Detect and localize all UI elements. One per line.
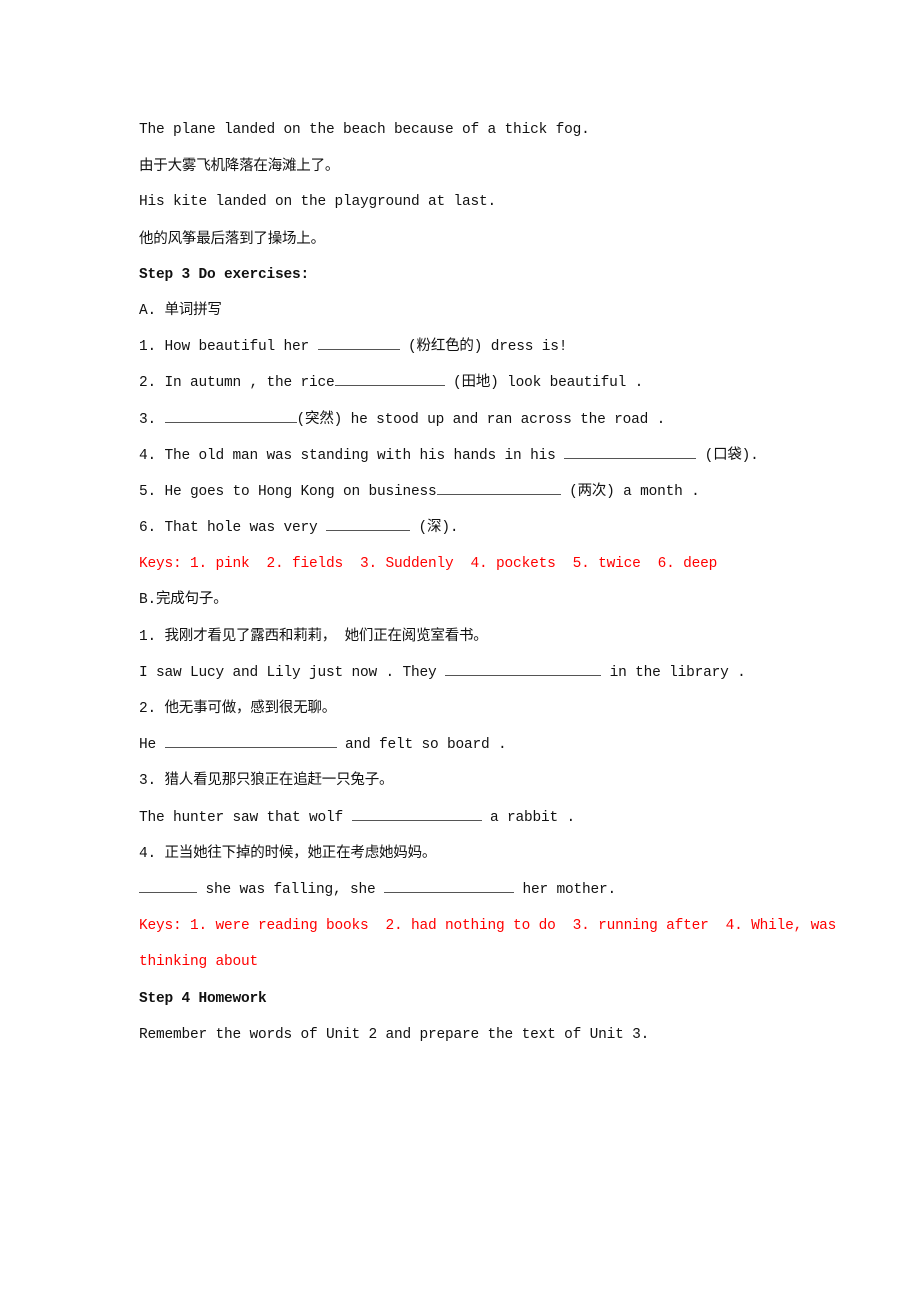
item-text: 3. xyxy=(139,411,165,428)
answer-blank xyxy=(445,661,602,676)
answer-blank xyxy=(351,806,482,821)
exercise-a-item-5: 5. He goes to Hong Kong on business (两次)… xyxy=(139,480,819,516)
item-text: 1. How beautiful her xyxy=(139,339,318,356)
answer-blank xyxy=(164,408,297,423)
exercise-b-item-4-en: she was falling, she her mother. xyxy=(139,878,819,914)
exercise-b-item-1-en: I saw Lucy and Lily just now . They in t… xyxy=(139,661,819,697)
exercise-a-item-1: 1. How beautiful her (粉红色的) dress is! xyxy=(139,335,819,371)
answer-blank xyxy=(564,444,697,459)
item-text: (田地) look beautiful . xyxy=(444,375,644,392)
document-page: The plane landed on the beach because of… xyxy=(139,118,837,1059)
example-sentence-en-1: The plane landed on the beach because of… xyxy=(139,122,590,138)
item-text: a rabbit . xyxy=(481,809,576,826)
answer-blank xyxy=(139,878,197,893)
item-text: and felt so board . xyxy=(336,737,507,754)
item-text: I saw Lucy and Lily just now . They xyxy=(139,664,446,681)
answer-blank xyxy=(384,878,515,893)
exercise-b-item-3-cn: 3. 猎人看见那只狼正在追赶一只兔子。 xyxy=(139,773,394,790)
exercise-b-item-2-en: He and felt so board . xyxy=(139,733,819,769)
item-text: her mother. xyxy=(514,881,617,898)
exercise-b-item-3-en: The hunter saw that wolf a rabbit . xyxy=(139,806,819,842)
example-sentence-cn-2: 他的风筝最后落到了操场上。 xyxy=(139,230,325,247)
item-text: (口袋). xyxy=(696,447,759,464)
part-b-title: B.完成句子。 xyxy=(139,592,228,609)
answer-blank xyxy=(317,335,400,351)
exercise-a-item-2: 2. In autumn , the rice (田地) look beauti… xyxy=(139,371,819,407)
example-sentence-en-2: His kite landed on the playground at las… xyxy=(139,194,497,211)
answer-blank xyxy=(334,371,445,387)
item-text: she was falling, she xyxy=(197,881,385,898)
part-a-title: A. 单词拼写 xyxy=(139,302,222,319)
part-b-keys-line-1: Keys: 1. were reading books 2. had nothi… xyxy=(139,918,837,935)
exercise-b-item-1-cn: 1. 我刚才看见了露西和莉莉， 她们正在阅览室看书。 xyxy=(139,628,488,645)
exercise-a-item-6: 6. That hole was very (深). xyxy=(139,516,819,552)
answer-blank xyxy=(436,480,561,495)
item-text: The hunter saw that wolf xyxy=(139,809,352,826)
exercise-a-item-4: 4. The old man was standing with his han… xyxy=(139,444,819,480)
exercise-b-item-2-cn: 2. 他无事可做，感到很无聊。 xyxy=(139,701,337,717)
item-text: He xyxy=(139,737,165,754)
answer-blank xyxy=(326,516,411,532)
part-b-keys-line-2: thinking about xyxy=(139,954,259,971)
item-text: 2. In autumn , the rice xyxy=(139,375,335,392)
step3-heading: Step 3 Do exercises: xyxy=(139,266,310,283)
item-text: (粉红色的) dress is! xyxy=(399,339,568,356)
item-text: 5. He goes to Hong Kong on business xyxy=(139,483,437,500)
item-text: (突然) he stood up and ran across the road… xyxy=(296,411,666,428)
answer-blank xyxy=(164,733,337,749)
homework-text: Remember the words of Unit 2 and prepare… xyxy=(139,1026,650,1043)
exercise-b-item-4-cn: 4. 正当她往下掉的时候，她正在考虑她妈妈。 xyxy=(139,845,437,862)
item-text: (深). xyxy=(410,520,459,537)
step4-heading: Step 4 Homework xyxy=(139,990,267,1007)
item-text: (两次) a month . xyxy=(560,483,700,500)
exercise-a-item-3: 3. (突然) he stood up and ran across the r… xyxy=(139,408,819,444)
example-sentence-cn-1: 由于大雾飞机降落在海滩上了。 xyxy=(139,158,340,175)
item-text: 4. The old man was standing with his han… xyxy=(139,447,565,464)
part-a-keys: Keys: 1. pink 2. fields 3. Suddenly 4. p… xyxy=(139,556,718,573)
item-text: 6. That hole was very xyxy=(139,520,327,537)
item-text: in the library . xyxy=(601,664,746,681)
